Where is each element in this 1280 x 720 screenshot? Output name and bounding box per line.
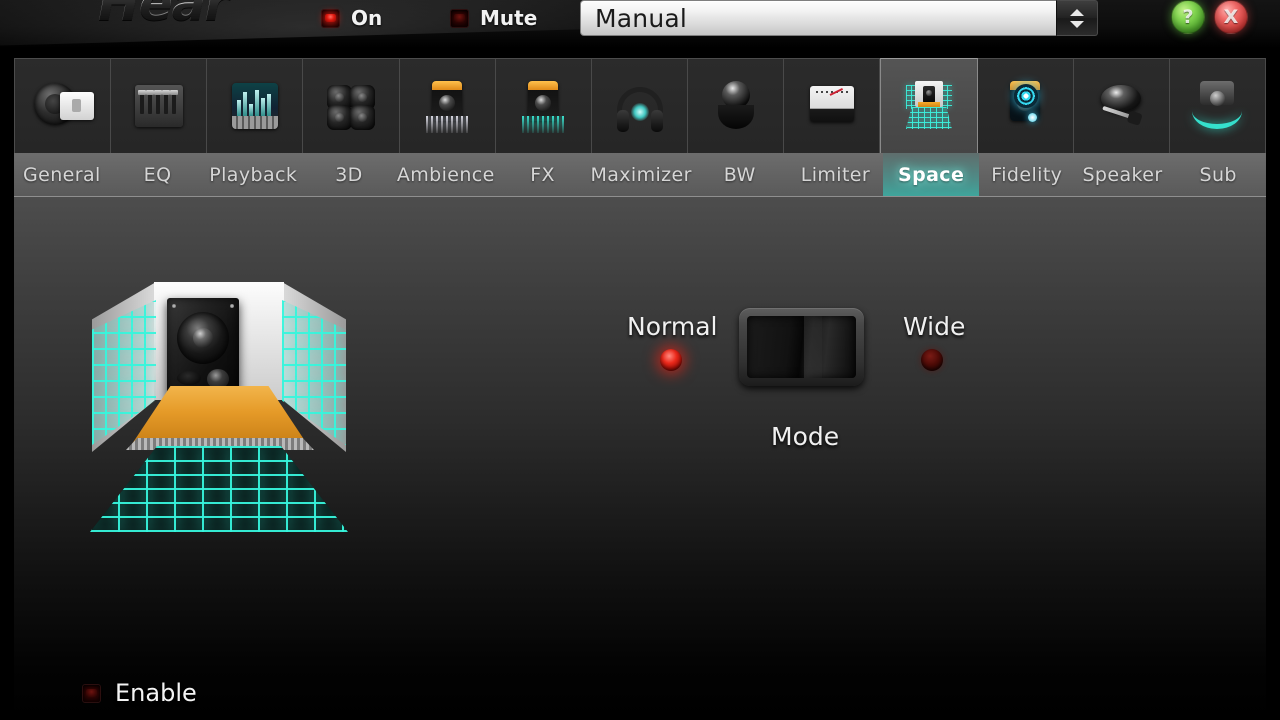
amp-teal-spray-icon (512, 75, 574, 137)
mute-label: Mute (480, 6, 538, 30)
window-left-edge (0, 48, 14, 720)
mode-group-label: Mode (771, 422, 840, 451)
triangle-down-icon[interactable] (1070, 20, 1084, 28)
tab-icon-bw[interactable] (688, 58, 785, 153)
tab-icon-maximizer[interactable] (591, 58, 689, 153)
general-dial-icon (32, 75, 94, 137)
tab-label-playback[interactable]: Playback (205, 153, 301, 196)
tab-icon-general[interactable] (14, 58, 112, 153)
room-grid-icon (898, 75, 960, 137)
room-floor-grid (90, 446, 348, 532)
tab-label-space[interactable]: Space (883, 153, 979, 196)
power-label: On (351, 6, 383, 30)
mute-toggle[interactable]: Mute (450, 6, 537, 30)
headphones-icon (609, 75, 671, 137)
power-led-icon[interactable] (321, 8, 340, 28)
help-button[interactable]: ? (1171, 0, 1205, 34)
title-bar: Hear On Mute Manual ? X (0, 0, 1280, 48)
tab-label-limiter[interactable]: Limiter (788, 153, 884, 196)
tab-label-general[interactable]: General (14, 153, 110, 196)
preset-spinner[interactable] (1056, 0, 1098, 36)
hear-audio-enhancer-window: Hear On Mute Manual ? X General EQ Playb… (0, 0, 1280, 720)
tab-strip: General EQ Playback 3D Ambience FX Maxim… (14, 58, 1267, 196)
mute-led-icon[interactable] (450, 8, 469, 28)
tab-icon-3d[interactable] (303, 58, 400, 153)
window-right-edge (1266, 48, 1280, 720)
tab-label-fx[interactable]: FX (495, 153, 591, 196)
tab-label-maximizer[interactable]: Maximizer (590, 153, 691, 196)
tab-label-bw[interactable]: BW (692, 153, 788, 196)
tab-icon-eq[interactable] (111, 58, 208, 153)
tab-label-speaker[interactable]: Speaker (1075, 153, 1171, 196)
tab-icon-space[interactable] (880, 58, 978, 153)
mode-wide-label: Wide (903, 312, 966, 341)
tab-icon-row (14, 58, 1267, 153)
spectrum-analyzer-icon (224, 75, 286, 137)
power-toggle[interactable]: On (321, 6, 382, 30)
subwoofer-wave-icon (1186, 75, 1248, 137)
enable-label: Enable (115, 679, 197, 707)
mode-normal-label: Normal (627, 312, 718, 341)
tab-icon-limiter[interactable] (784, 58, 881, 153)
tab-icon-fidelity[interactable] (977, 58, 1074, 153)
preset-input[interactable]: Manual (580, 0, 1056, 36)
joystick-knob-icon (705, 75, 767, 137)
tab-icon-sub[interactable] (1169, 58, 1267, 153)
enable-led-icon[interactable] (82, 683, 101, 703)
tab-icon-ambience[interactable] (399, 58, 496, 153)
tab-icon-fx[interactable] (495, 58, 592, 153)
tab-label-eq[interactable]: EQ (110, 153, 206, 196)
tab-label-3d[interactable]: 3D (301, 153, 397, 196)
mode-wide-led-icon[interactable] (921, 349, 943, 371)
preset-selector[interactable]: Manual (580, 0, 1098, 36)
tab-label-row: General EQ Playback 3D Ambience FX Maxim… (14, 153, 1266, 196)
concentric-rings-icon (994, 75, 1056, 137)
triangle-up-icon[interactable] (1070, 8, 1084, 16)
enable-toggle[interactable]: Enable (82, 679, 197, 707)
tab-icon-speaker[interactable] (1073, 58, 1170, 153)
tab-label-ambience[interactable]: Ambience (397, 153, 495, 196)
space-room-illustration (90, 278, 378, 540)
rocker-switch-icon (747, 316, 856, 378)
speaker-wrench-icon (1090, 75, 1152, 137)
tab-label-sub[interactable]: Sub (1170, 153, 1266, 196)
mode-control-group: Normal Wide Mode (600, 300, 1000, 465)
vu-meter-icon (801, 75, 863, 137)
app-logo: Hear (98, 0, 229, 32)
tab-label-fidelity[interactable]: Fidelity (979, 153, 1075, 196)
close-button[interactable]: X (1214, 0, 1248, 34)
mode-normal-led-icon[interactable] (660, 349, 682, 371)
quad-speakers-icon (320, 75, 382, 137)
equalizer-mixer-icon (128, 75, 190, 137)
mode-rocker-switch[interactable] (739, 308, 864, 386)
tab-icon-playback[interactable] (207, 58, 304, 153)
amp-silver-spray-icon (416, 75, 478, 137)
